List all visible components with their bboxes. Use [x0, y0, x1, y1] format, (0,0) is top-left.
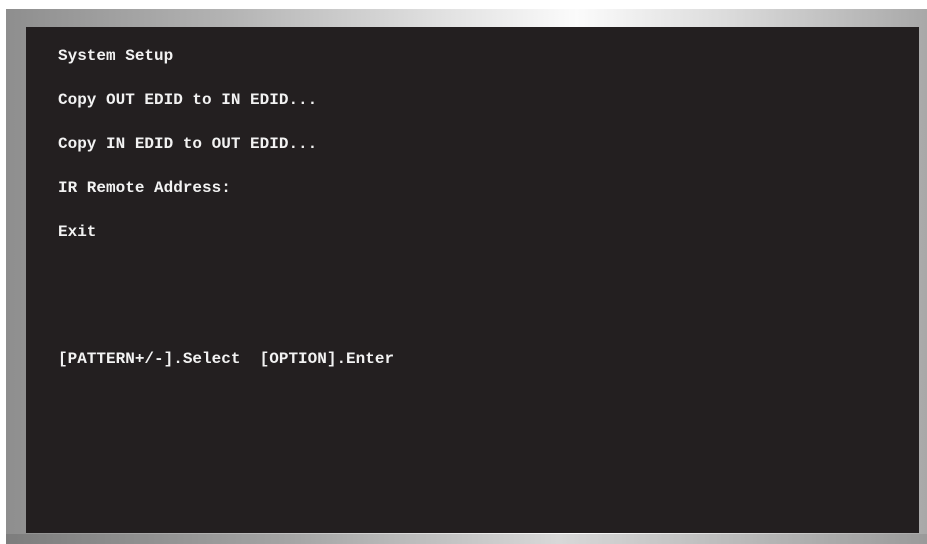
menu-item-copy-out-edid-to-in[interactable]: Copy OUT EDID to IN EDID... — [58, 89, 317, 133]
menu-item-ir-remote-address[interactable]: IR Remote Address: — [58, 177, 317, 221]
osd-screen: System Setup Copy OUT EDID to IN EDID...… — [26, 27, 919, 533]
menu-item-exit[interactable]: Exit — [58, 221, 317, 265]
monitor-bezel: System Setup Copy OUT EDID to IN EDID...… — [6, 9, 927, 544]
menu-item-system-setup[interactable]: System Setup — [58, 45, 317, 89]
key-hint-text: [PATTERN+/-].Select [OPTION].Enter — [58, 350, 395, 368]
osd-menu: System Setup Copy OUT EDID to IN EDID...… — [58, 45, 317, 265]
menu-item-copy-in-edid-to-out[interactable]: Copy IN EDID to OUT EDID... — [58, 133, 317, 177]
